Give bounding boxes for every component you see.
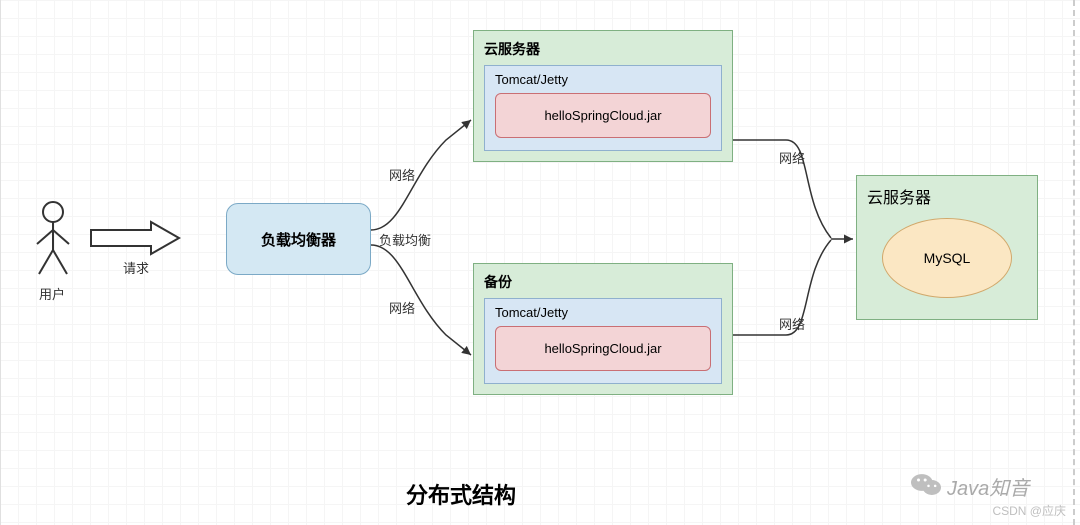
load-balance-label: 负载均衡 [379,230,431,249]
lb-to-bottom-arrow [371,245,471,355]
diagram-title: 分布式结构 [406,478,516,510]
jar-label-2: helloSpringCloud.jar [544,341,661,356]
jar-box-1: helloSpringCloud.jar [495,93,711,138]
db-ellipse: MySQL [882,218,1012,298]
user-label: 用户 [39,284,65,303]
cloud-server-1-header: 云服务器 [484,39,722,59]
tomcat-label-1: Tomcat/Jetty [495,72,711,87]
db-server-box: 云服务器 MySQL [856,175,1038,320]
network-label-right-bottom: 网络 [779,314,805,333]
cloud-server-2-box: 备份 Tomcat/Jetty helloSpringCloud.jar [473,263,733,395]
user-icon [31,200,76,280]
jar-label-1: helloSpringCloud.jar [544,108,661,123]
load-balancer-box: 负载均衡器 [226,203,371,275]
db-label: MySQL [924,250,971,266]
cloud-server-2-header: 备份 [484,272,722,292]
network-label-top: 网络 [389,165,415,184]
csdn-watermark: CSDN @应庆 [992,502,1066,519]
jar-box-2: helloSpringCloud.jar [495,326,711,371]
lb-to-top-arrow [371,120,471,230]
tomcat-label-2: Tomcat/Jetty [495,305,711,320]
tomcat-box-2: Tomcat/Jetty helloSpringCloud.jar [484,298,722,384]
tomcat-box-1: Tomcat/Jetty helloSpringCloud.jar [484,65,722,151]
load-balancer-label: 负载均衡器 [261,229,336,250]
db-server-header: 云服务器 [867,184,1027,208]
java-watermark: Java知音 [947,472,1029,501]
wechat-icon [911,472,941,498]
request-label: 请求 [123,258,149,277]
cloud-server-1-box: 云服务器 Tomcat/Jetty helloSpringCloud.jar [473,30,733,162]
network-label-right-top: 网络 [779,148,805,167]
request-arrow-icon [91,222,179,254]
network-label-bottom: 网络 [389,298,415,317]
